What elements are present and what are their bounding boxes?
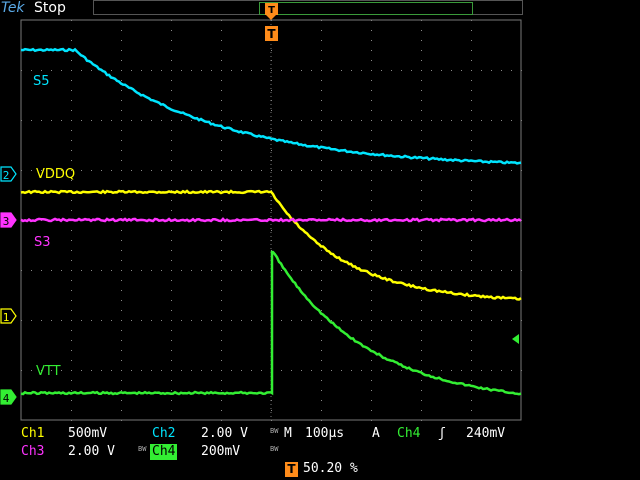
ch4-bw-limit: BW: [270, 445, 279, 453]
ch2-scale[interactable]: 2.00 V: [201, 426, 248, 442]
trigger-position-marker[interactable]: T T: [265, 3, 278, 41]
trigger-marker-top-text: T: [268, 5, 275, 16]
ch1-label[interactable]: Ch1: [19, 426, 46, 442]
trace-s3: [20, 217, 522, 223]
trigger-marker-text: T: [267, 27, 276, 41]
trace-label-vddq: VDDQ: [36, 167, 75, 182]
waveform-display: T T S5 VDDQ S3 VTT 2 3 1 4: [0, 3, 522, 421]
ch3-bw-limit: BW: [138, 445, 147, 453]
svg-text:3: 3: [3, 215, 10, 228]
trigger-position-readout[interactable]: 50.20 %: [303, 461, 358, 477]
svg-text:4: 4: [3, 392, 10, 405]
trigger-level-marker[interactable]: [512, 334, 519, 344]
svg-text:1: 1: [3, 311, 10, 324]
trigger-mode-prefix: A: [372, 426, 380, 441]
ch4-ground-marker[interactable]: 4: [0, 389, 17, 405]
trace-label-vtt: VTT: [36, 364, 61, 379]
trigger-source[interactable]: Ch4: [397, 426, 420, 442]
ch1-scale[interactable]: 500mV: [68, 426, 107, 442]
ch4-scale[interactable]: 200mV: [201, 444, 240, 460]
trace-label-s3: S3: [34, 235, 51, 250]
ch2-ground-marker[interactable]: 2: [0, 166, 17, 182]
ch2-label[interactable]: Ch2: [150, 426, 177, 442]
ch3-ground-marker[interactable]: 3: [0, 212, 17, 228]
timebase-readout[interactable]: 100µs: [305, 426, 344, 442]
oscilloscope-screen: Tek Stop T T S5 VDDQ S3 VTT 2 3 1 4 Ch1 …: [0, 0, 640, 480]
horizontal-prefix: M: [284, 426, 292, 441]
trace-label-s5: S5: [33, 74, 50, 89]
svg-text:2: 2: [3, 169, 10, 182]
ch3-label[interactable]: Ch3: [19, 444, 46, 460]
trace-s5: [20, 47, 522, 165]
ch3-scale[interactable]: 2.00 V: [68, 444, 115, 460]
ch1-ground-marker[interactable]: 1: [0, 308, 17, 324]
ch4-label[interactable]: Ch4: [150, 444, 178, 460]
trigger-position-icon: T: [285, 462, 298, 477]
trigger-level-readout[interactable]: 240mV: [466, 426, 505, 442]
trigger-slope-icon[interactable]: ʃ: [438, 426, 446, 442]
trace-vtt: [20, 250, 522, 396]
ch2-bw-limit: BW: [270, 427, 279, 435]
